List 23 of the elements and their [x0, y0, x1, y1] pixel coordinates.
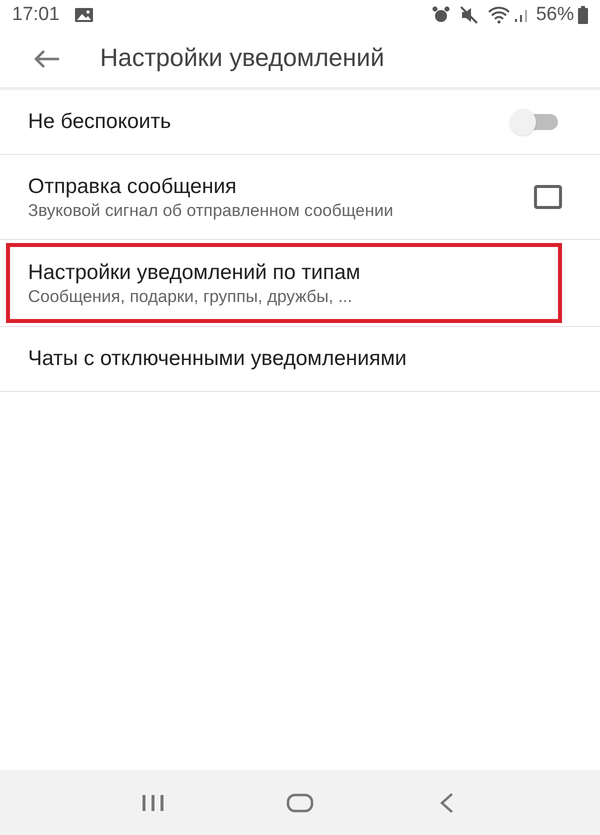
- battery-percent: 56%: [536, 2, 574, 27]
- signal-icon: [514, 7, 530, 23]
- checkbox[interactable]: [534, 185, 562, 209]
- settings-item[interactable]: Чаты с отключенными уведомлениями: [0, 327, 600, 391]
- status-time: 17:01: [12, 2, 60, 27]
- item-subtitle: Сообщения, подарки, группы, дружбы, ...: [28, 287, 354, 307]
- screen-title: Настройки уведомлений: [100, 42, 384, 74]
- mute-icon: [460, 6, 480, 24]
- item-title: Чаты с отключенными уведомлениями: [28, 346, 408, 372]
- battery-icon: [578, 6, 588, 24]
- settings-item[interactable]: Отправка сообщения Звуковой сигнал об отправленном сообщении: [0, 155, 600, 239]
- image-icon: [74, 7, 94, 23]
- settings-item[interactable]: Не беспокоить: [0, 90, 600, 154]
- item-subtitle: Звуковой сигнал об отправленном сообщении: [28, 201, 394, 221]
- home-icon: [286, 792, 314, 812]
- item-title: Настройки уведомлений по типам: [28, 260, 362, 286]
- back-icon: [438, 792, 455, 814]
- back-arrow-icon: [33, 48, 61, 68]
- item-title: Отправка сообщения: [28, 174, 238, 200]
- recent-apps-icon: [141, 794, 166, 812]
- wifi-icon: [488, 6, 510, 24]
- settings-item[interactable]: Настройки уведомлений по типам Сообщения, подарки, группы, дружбы, ...: [6, 243, 562, 323]
- item-title: Не беспокоить: [28, 109, 172, 135]
